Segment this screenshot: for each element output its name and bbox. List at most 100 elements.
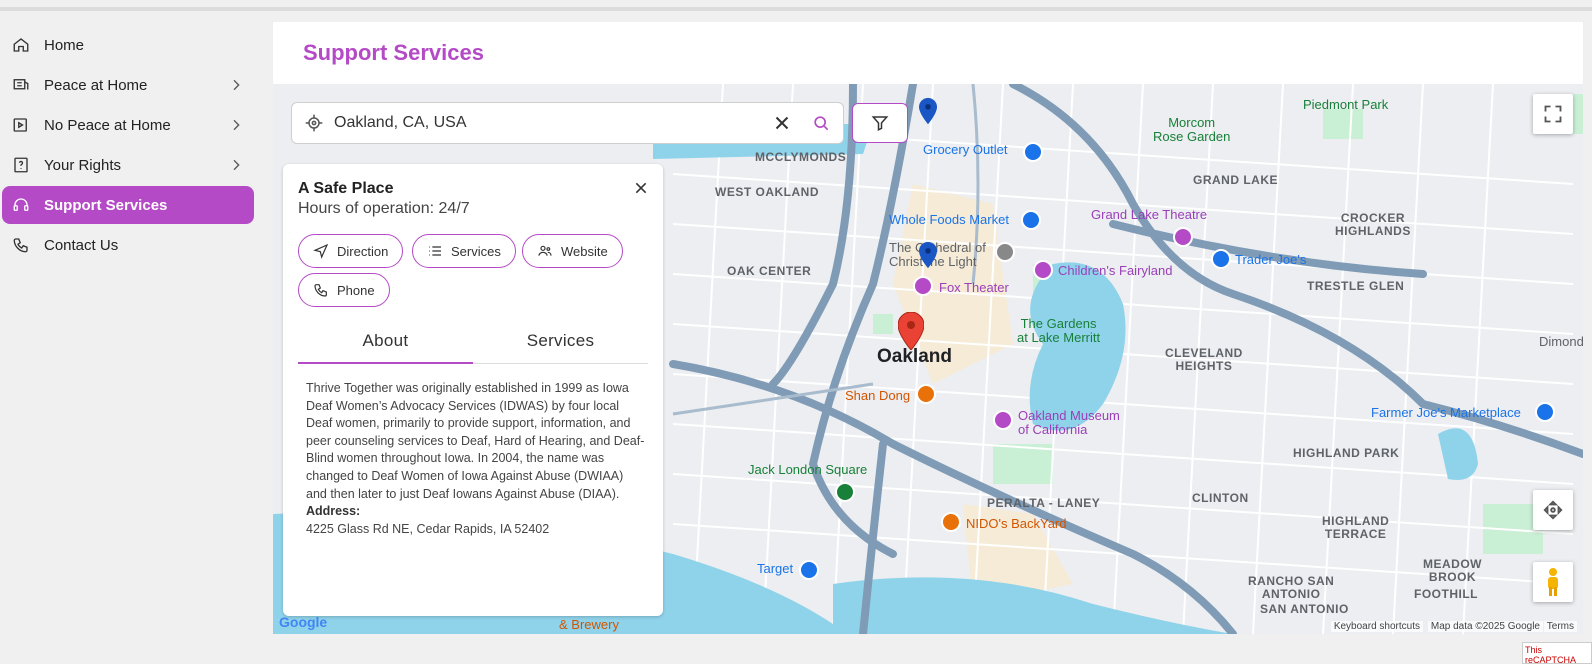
map-label: Dimond (1539, 334, 1583, 349)
fullscreen-icon (1544, 105, 1562, 123)
poi-shan-dong[interactable]: Shan Dong (845, 388, 910, 403)
list-icon (429, 246, 441, 256)
map-label: FOOTHILL (1414, 587, 1478, 601)
sidebar-item-your-rights[interactable]: Your Rights (2, 146, 254, 184)
main-panel: Support Services Grocery Outlet Whole Fo… (273, 22, 1583, 634)
clear-icon[interactable] (771, 112, 793, 134)
restaurant-icon[interactable] (941, 512, 961, 532)
sidebar-item-support-services[interactable]: Support Services (2, 186, 254, 224)
move-icon (1543, 500, 1563, 520)
sidebar-item-contact-us[interactable]: Contact Us (2, 226, 254, 264)
about-paragraph: Thrive Together was originally establish… (306, 381, 645, 501)
poi-fox-theater[interactable]: Fox Theater (939, 280, 1009, 295)
museum-icon[interactable] (993, 410, 1013, 430)
direction-label: Direction (337, 243, 389, 259)
map-label: MEADOW BROOK (1423, 557, 1482, 584)
sidebar-item-no-peace-at-home[interactable]: No Peace at Home (2, 106, 254, 144)
search-icon[interactable] (811, 113, 831, 133)
sidebar-item-peace-at-home[interactable]: Peace at Home (2, 66, 254, 104)
website-button[interactable]: Website (522, 234, 623, 268)
poi-brewery[interactable]: & Brewery (559, 617, 619, 632)
poi-grand-lake-theatre[interactable]: Grand Lake Theatre (1091, 207, 1207, 222)
about-content: Thrive Together was originally establish… (306, 380, 646, 538)
service-info-card: A Safe Place Hours of operation: 24/7 Di… (283, 164, 663, 616)
sidebar-item-label: Home (44, 36, 85, 54)
location-pin-icon[interactable] (919, 241, 937, 269)
map[interactable]: Grocery Outlet Whole Foods Market Trader… (273, 84, 1583, 634)
home-icon (12, 36, 30, 54)
selected-location-pin-icon[interactable] (898, 312, 924, 350)
close-icon[interactable] (633, 180, 649, 196)
poi-morcom-rose-garden[interactable]: Morcom Rose Garden (1153, 116, 1230, 144)
top-divider (0, 7, 1592, 11)
poi-piedmont-park[interactable]: Piedmont Park (1303, 98, 1388, 112)
church-icon[interactable] (995, 242, 1015, 262)
map-label: HIGHLAND PARK (1293, 446, 1400, 460)
locate-icon[interactable] (304, 113, 324, 133)
map-label: PERALTA - LANEY (987, 496, 1101, 510)
street-view-pegman[interactable] (1533, 562, 1573, 602)
restaurant-icon[interactable] (916, 384, 936, 404)
poi-nidos[interactable]: NIDO's BackYard (966, 516, 1067, 531)
map-label: OAK CENTER (727, 264, 812, 278)
tab-about[interactable]: About (298, 326, 473, 364)
address-value: 4225 Glass Rd NE, Cedar Rapids, IA 52402 (306, 521, 550, 536)
location-search-input[interactable] (334, 114, 771, 132)
services-button[interactable]: Services (412, 234, 516, 268)
users-icon (538, 245, 552, 256)
phone-icon (314, 284, 327, 297)
camera-control-button[interactable] (1533, 490, 1573, 530)
services-label: Services (451, 243, 501, 259)
shopping-cart-icon[interactable] (1023, 142, 1043, 162)
poi-farmer-joes[interactable]: Farmer Joe's Marketplace (1371, 405, 1521, 420)
pegman-icon (1548, 568, 1558, 596)
filter-button[interactable] (852, 103, 908, 143)
map-label: CROCKER HIGHLANDS (1335, 211, 1411, 238)
terms-link[interactable]: Terms (1543, 621, 1577, 632)
shopping-cart-icon[interactable] (1211, 249, 1231, 269)
rights-icon (12, 156, 30, 174)
card-tabs: About Services (298, 326, 648, 364)
poi-cathedral[interactable]: The Cathedral of Christ the Light (889, 241, 986, 269)
map-label: WEST OAKLAND (715, 185, 819, 199)
peace-icon (12, 76, 30, 94)
website-label: Website (561, 243, 608, 259)
amusement-icon[interactable] (1033, 260, 1053, 280)
service-title: A Safe Place (298, 180, 394, 197)
tab-services[interactable]: Services (473, 326, 648, 364)
direction-button[interactable]: Direction (298, 234, 404, 268)
poi-oakland-museum[interactable]: Oakland Museum of California (1018, 409, 1120, 437)
phone-button[interactable]: Phone (298, 273, 390, 307)
shopping-cart-icon[interactable] (1021, 210, 1041, 230)
map-label: GRAND LAKE (1193, 173, 1278, 187)
poi-childrens-fairyland[interactable]: Children's Fairyland (1058, 263, 1172, 278)
page-title: Support Services (303, 40, 484, 65)
ferry-icon[interactable] (835, 482, 855, 502)
poi-grocery-outlet[interactable]: Grocery Outlet (923, 142, 1008, 157)
phone-icon (12, 236, 30, 254)
recaptcha-badge[interactable]: This reCAPTCHA (1522, 642, 1592, 664)
theater-icon[interactable] (1173, 227, 1193, 247)
shopping-bag-icon[interactable] (799, 560, 819, 580)
sidebar-item-home[interactable]: Home (2, 26, 254, 64)
poi-whole-foods[interactable]: Whole Foods Market (889, 212, 1009, 227)
shopping-cart-icon[interactable] (1535, 402, 1555, 422)
poi-gardens-lake-merritt[interactable]: The Gardens at Lake Merritt (1017, 317, 1100, 345)
support-icon (12, 196, 30, 214)
poi-trader-joes[interactable]: Trader Joe's (1235, 252, 1306, 267)
keyboard-shortcuts-link[interactable]: Keyboard shortcuts (1330, 621, 1423, 632)
map-label: RANCHO SAN ANTONIO (1248, 574, 1335, 601)
poi-target[interactable]: Target (757, 561, 793, 576)
location-pin-icon[interactable] (919, 97, 937, 125)
sidebar-item-label: Contact Us (44, 236, 119, 254)
fullscreen-button[interactable] (1533, 94, 1573, 134)
sidebar-item-label: No Peace at Home (44, 116, 171, 134)
chevron-right-icon (233, 159, 240, 171)
google-logo: Google (279, 614, 328, 630)
theater-icon[interactable] (913, 276, 933, 296)
sidebar-item-label: Peace at Home (44, 76, 148, 94)
map-label: CLINTON (1192, 491, 1249, 505)
poi-jack-london[interactable]: Jack London Square (748, 462, 867, 477)
address-label: Address: (306, 504, 361, 519)
map-label: CLEVELAND HEIGHTS (1165, 346, 1243, 373)
